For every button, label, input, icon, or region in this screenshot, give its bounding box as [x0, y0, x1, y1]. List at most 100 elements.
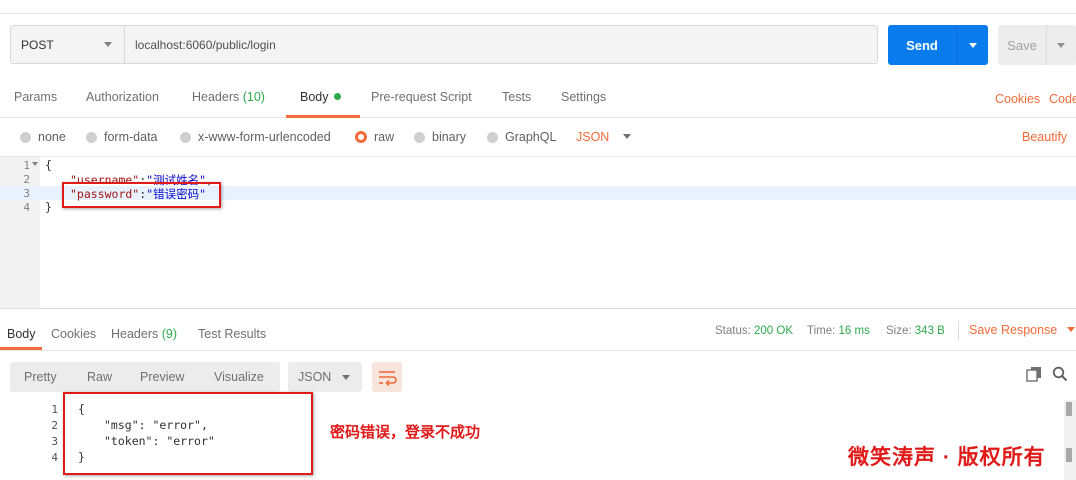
radio-circle — [414, 131, 425, 143]
radio-circle — [180, 131, 191, 143]
body-format-select[interactable]: JSON — [576, 130, 632, 144]
radio-none-label: none — [38, 130, 66, 144]
wrap-lines-icon — [379, 371, 397, 387]
chevron-down-icon — [968, 42, 977, 48]
response-view-switcher: Pretty Raw Preview Visualize — [10, 362, 280, 392]
time-label: Time: — [807, 325, 836, 337]
view-visualize[interactable]: Visualize — [214, 370, 264, 384]
send-options-button[interactable] — [957, 42, 988, 48]
beautify-link[interactable]: Beautify — [1022, 130, 1067, 144]
line-number: 3 — [23, 187, 30, 200]
scrollbar-thumb[interactable] — [1066, 448, 1072, 462]
chevron-down-icon — [1057, 42, 1065, 48]
chevron-down-icon — [623, 134, 632, 139]
radio-graphql-label: GraphQL — [505, 130, 557, 144]
radio-raw[interactable]: raw — [355, 130, 394, 144]
window-top-strip — [0, 0, 1076, 14]
search-icon[interactable] — [1052, 366, 1068, 382]
radio-urlencoded-label: x-www-form-urlencoded — [198, 130, 331, 144]
radio-binary[interactable]: binary — [414, 130, 466, 144]
line-number: 4 — [51, 451, 58, 464]
code-link[interactable]: Code — [1049, 92, 1076, 106]
time-value: 16 ms — [838, 325, 870, 337]
tab-headers-label: Headers — [192, 90, 240, 104]
radio-binary-label: binary — [432, 130, 467, 144]
annotation-note: 密码错误，登录不成功 — [330, 424, 481, 441]
response-tab-body[interactable]: Body — [7, 327, 36, 341]
response-tabs: Body Cookies Headers (9) Test Results St… — [0, 308, 1076, 351]
radio-circle — [20, 131, 31, 143]
radio-circle — [86, 131, 97, 143]
annotation-box-response — [63, 392, 313, 475]
response-tab-test-results[interactable]: Test Results — [198, 327, 266, 341]
code-brace-open: { — [45, 158, 52, 172]
radio-graphql[interactable]: GraphQL — [487, 130, 556, 144]
response-tab-cookies[interactable]: Cookies — [51, 327, 96, 341]
save-label: Save — [1007, 37, 1037, 53]
body-type-row: none form-data x-www-form-urlencoded raw… — [0, 124, 1076, 152]
send-label: Send — [906, 37, 938, 53]
code-brace-close: } — [45, 200, 52, 214]
scrollbar-thumb[interactable] — [1066, 402, 1072, 416]
radio-urlencoded[interactable]: x-www-form-urlencoded — [180, 130, 331, 144]
copy-icon[interactable] — [1026, 366, 1042, 382]
line-number: 4 — [23, 201, 30, 214]
wrap-lines-button[interactable] — [372, 362, 402, 392]
tab-pre-request-script[interactable]: Pre-request Script — [371, 90, 472, 104]
active-tab-underline — [286, 115, 360, 118]
radio-circle-selected — [355, 131, 367, 143]
response-headers-count: (9) — [161, 327, 178, 341]
tab-tests[interactable]: Tests — [502, 90, 531, 104]
radio-form-data[interactable]: form-data — [86, 130, 158, 144]
response-tab-headers-label: Headers — [111, 327, 159, 341]
radio-none[interactable]: none — [20, 130, 66, 144]
save-button[interactable]: Save — [998, 25, 1076, 65]
response-tab-headers[interactable]: Headers (9) — [111, 327, 177, 341]
time-readout: Time: 16 ms — [807, 325, 870, 337]
headers-count: (10) — [242, 90, 265, 104]
response-format-label: JSON — [298, 370, 332, 384]
annotation-box-password — [62, 182, 221, 208]
line-number: 2 — [23, 173, 30, 186]
body-format-label: JSON — [576, 130, 610, 144]
request-tabs: Params Authorization Headers (10) Body P… — [0, 76, 1076, 118]
url-input[interactable]: localhost:6060/public/login — [124, 25, 878, 64]
tab-body[interactable]: Body — [300, 90, 341, 104]
size-label: Size: — [886, 325, 912, 337]
radio-raw-label: raw — [374, 130, 395, 144]
view-pretty[interactable]: Pretty — [24, 370, 57, 384]
radio-circle — [487, 131, 498, 143]
tab-settings[interactable]: Settings — [561, 90, 606, 104]
status-value: 200 OK — [754, 325, 794, 337]
view-raw[interactable]: Raw — [87, 370, 112, 384]
tab-authorization[interactable]: Authorization — [86, 90, 159, 104]
send-button[interactable]: Send — [888, 25, 988, 65]
response-format-select[interactable]: JSON — [288, 362, 362, 392]
watermark-text: 微笑涛声 · 版权所有 — [848, 446, 1046, 469]
radio-form-data-label: form-data — [104, 130, 158, 144]
tab-params[interactable]: Params — [14, 90, 57, 104]
body-indicator-dot — [333, 93, 341, 100]
method-select[interactable]: POST — [10, 25, 125, 64]
save-options-button[interactable] — [1047, 42, 1075, 48]
status-divider — [958, 321, 959, 341]
status-readout: Status: 200 OK — [715, 325, 793, 337]
response-active-tab-underline — [0, 347, 42, 350]
response-scrollbar[interactable] — [1064, 400, 1076, 480]
cookies-link[interactable]: Cookies — [995, 92, 1040, 106]
save-response-label: Save Response — [969, 323, 1058, 337]
chevron-down-icon — [1066, 327, 1075, 332]
fold-arrow-icon[interactable] — [32, 162, 38, 166]
status-label: Status: — [715, 325, 751, 337]
method-label: POST — [21, 37, 54, 52]
line-number: 1 — [23, 159, 30, 172]
tab-headers[interactable]: Headers (10) — [192, 90, 265, 104]
line-number: 3 — [51, 435, 58, 448]
chevron-down-icon — [104, 42, 112, 47]
save-response-button[interactable]: Save Response — [969, 323, 1075, 337]
tab-body-label: Body — [300, 90, 329, 104]
chevron-down-icon — [342, 375, 350, 380]
size-value: 343 B — [914, 325, 945, 337]
view-preview[interactable]: Preview — [140, 370, 184, 384]
line-number: 1 — [51, 403, 58, 416]
